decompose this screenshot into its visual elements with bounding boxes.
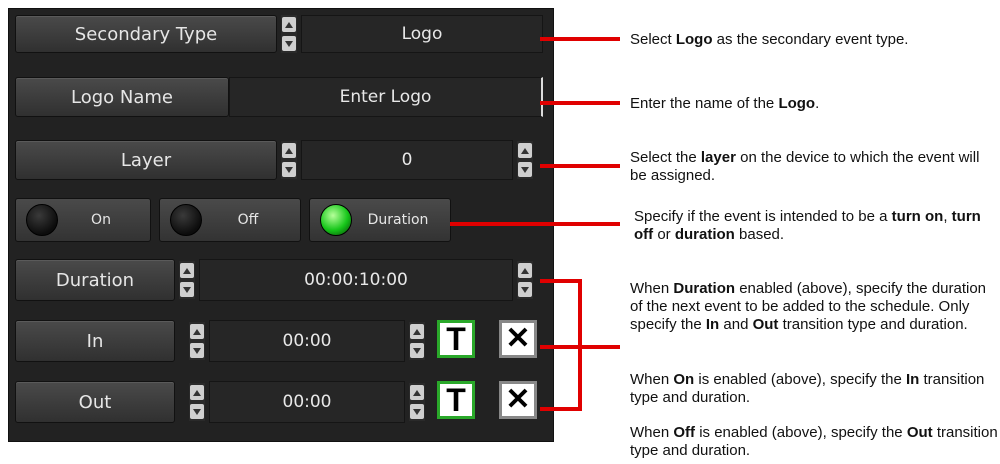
in-spinner-right[interactable] — [409, 322, 425, 360]
spinner-up-icon[interactable] — [180, 263, 194, 278]
on-toggle[interactable]: On — [15, 198, 151, 242]
spinner-up-icon[interactable] — [190, 385, 204, 400]
out-spinner-right[interactable] — [409, 383, 425, 421]
callout-line-logo-name — [540, 101, 620, 105]
secondary-type-button[interactable]: Secondary Type — [15, 15, 277, 53]
spinner-up-icon[interactable] — [282, 143, 296, 158]
spinner-down-icon[interactable] — [180, 282, 194, 297]
close-icon: ✕ — [505, 383, 531, 416]
callout-bracket-top — [540, 279, 582, 283]
spinner-down-icon[interactable] — [410, 343, 424, 358]
on-toggle-label: On — [91, 212, 111, 228]
off-toggle[interactable]: Off — [159, 198, 301, 242]
spinner-down-icon[interactable] — [190, 404, 204, 419]
spinner-up-icon[interactable] — [410, 385, 424, 400]
spinner-up-icon[interactable] — [410, 324, 424, 339]
duration-toggle[interactable]: Duration — [309, 198, 451, 242]
close-icon: ✕ — [505, 322, 531, 355]
spinner-up-icon[interactable] — [518, 143, 532, 158]
annotation-logo-name: Enter the name of the Logo. — [630, 95, 820, 112]
duration-spinner-left[interactable] — [179, 261, 195, 299]
callout-bracket-bottom — [540, 407, 582, 411]
callout-bracket-mid — [540, 345, 582, 349]
callout-line-layer — [540, 164, 620, 168]
secondary-type-value[interactable]: Logo — [301, 15, 543, 53]
in-clear-icon[interactable]: ✕ — [499, 320, 537, 358]
spinner-up-icon[interactable] — [282, 17, 296, 32]
in-duration-value[interactable]: 00:00 — [209, 320, 405, 362]
t-icon: T — [446, 382, 466, 418]
annotation-off: When Off is enabled (above), specify the… — [630, 424, 998, 459]
out-duration-value[interactable]: 00:00 — [209, 381, 405, 423]
spinner-up-icon[interactable] — [190, 324, 204, 339]
annotation-layer: Select the layer on the device to which … — [630, 149, 980, 184]
led-indicator-icon — [320, 204, 352, 236]
spinner-down-icon[interactable] — [518, 162, 532, 177]
secondary-type-spinner[interactable] — [281, 15, 297, 53]
annotation-secondary-type: Select Logo as the secondary event type. — [630, 31, 909, 48]
led-indicator-icon — [170, 204, 202, 236]
annotation-mode: Specify if the event is intended to be a… — [634, 208, 981, 243]
out-spinner-left[interactable] — [189, 383, 205, 421]
duration-button[interactable]: Duration — [15, 259, 175, 301]
out-clear-icon[interactable]: ✕ — [499, 381, 537, 419]
logo-name-input[interactable]: Enter Logo — [229, 77, 543, 117]
t-icon: T — [446, 321, 466, 357]
callout-line-duration — [578, 345, 620, 349]
spinner-down-icon[interactable] — [518, 282, 532, 297]
in-transition-type-icon[interactable]: T — [437, 320, 475, 358]
out-button[interactable]: Out — [15, 381, 175, 423]
in-spinner-left[interactable] — [189, 322, 205, 360]
in-button[interactable]: In — [15, 320, 175, 362]
spinner-down-icon[interactable] — [282, 162, 296, 177]
duration-spinner-right[interactable] — [517, 261, 533, 299]
annotation-on: When On is enabled (above), specify the … — [630, 371, 985, 406]
duration-value[interactable]: 00:00:10:00 — [199, 259, 513, 301]
off-toggle-label: Off — [237, 212, 259, 228]
duration-toggle-label: Duration — [367, 212, 429, 228]
layer-value[interactable]: 0 — [301, 140, 513, 180]
layer-spinner-right[interactable] — [517, 141, 533, 179]
spinner-down-icon[interactable] — [410, 404, 424, 419]
layer-button[interactable]: Layer — [15, 140, 277, 180]
layer-spinner-left[interactable] — [281, 141, 297, 179]
led-indicator-icon — [26, 204, 58, 236]
spinner-up-icon[interactable] — [518, 263, 532, 278]
out-transition-type-icon[interactable]: T — [437, 381, 475, 419]
callout-line-secondary-type — [540, 37, 620, 41]
callout-line-mode — [450, 222, 620, 226]
spinner-down-icon[interactable] — [190, 343, 204, 358]
logo-name-button[interactable]: Logo Name — [15, 77, 229, 117]
spinner-down-icon[interactable] — [282, 36, 296, 51]
annotation-duration: When Duration enabled (above), specify t… — [630, 280, 987, 333]
